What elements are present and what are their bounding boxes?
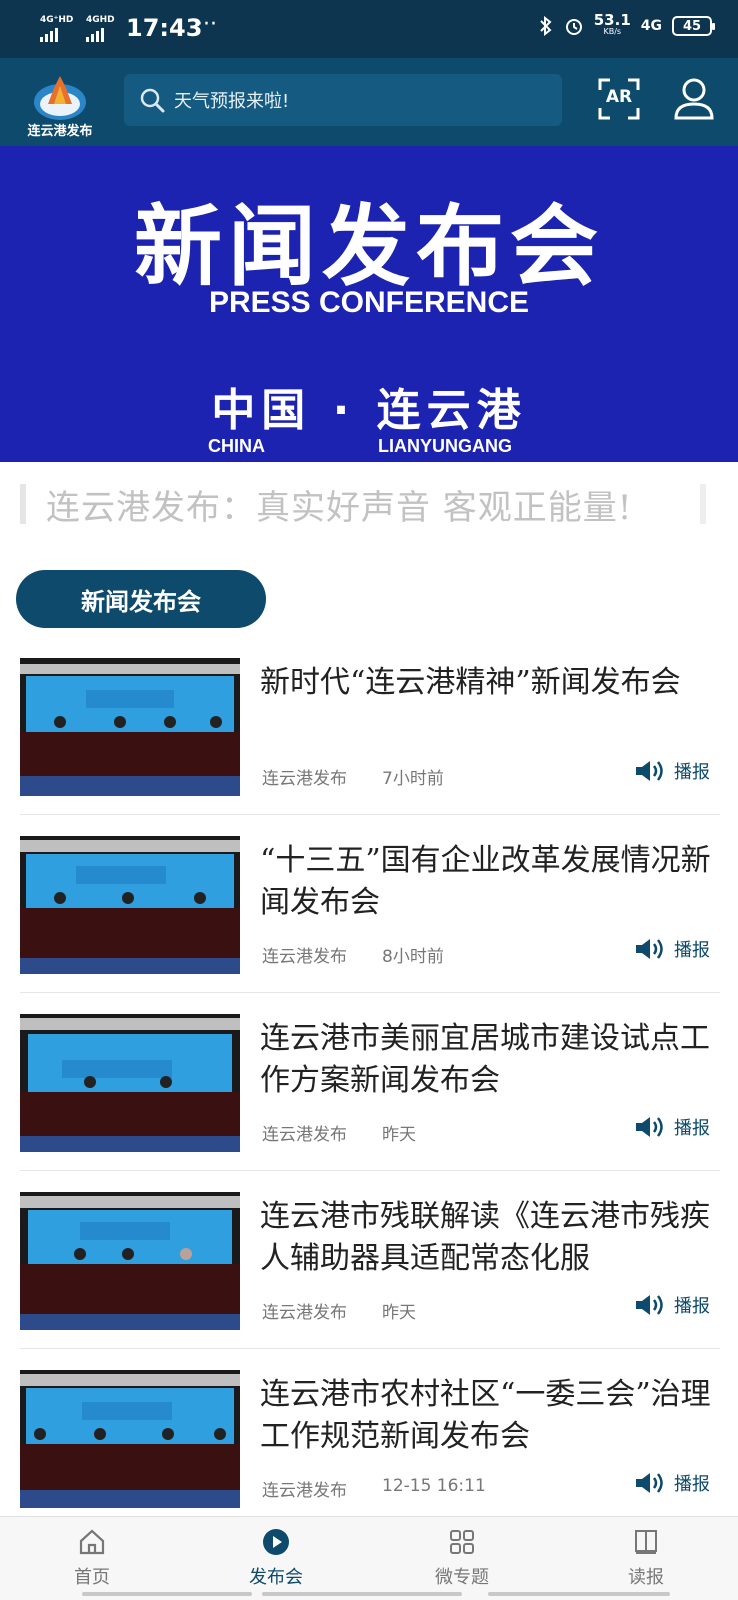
search-placeholder: 天气预报来啦! bbox=[174, 91, 290, 112]
nav-label: 微专题 bbox=[435, 1567, 489, 1588]
news-thumbnail bbox=[20, 1370, 240, 1508]
ar-label: AR bbox=[605, 87, 633, 107]
broadcast-label: 播报 bbox=[674, 1118, 710, 1139]
list-divider bbox=[20, 992, 720, 993]
signal-bars-icon bbox=[40, 28, 73, 42]
press-conference-banner[interactable]: 新闻发布会 PRESS CONFERENCE 中国 · 连云港 CHINA LI… bbox=[0, 146, 738, 462]
broadcast-button[interactable]: 播报 bbox=[634, 936, 710, 962]
news-time: 7小时前 bbox=[382, 769, 444, 789]
play-circle-icon bbox=[216, 1527, 336, 1557]
broadcast-button[interactable]: 播报 bbox=[634, 1292, 710, 1318]
news-source: 连云港发布 bbox=[262, 1125, 347, 1145]
broadcast-button[interactable]: 播报 bbox=[634, 1470, 710, 1496]
logo-icon bbox=[34, 76, 86, 120]
slogan-right-bar bbox=[700, 484, 706, 524]
news-title[interactable]: 连云港市农村社区“一委三会”治理工作规范新闻发布会 bbox=[260, 1374, 720, 1458]
news-source: 连云港发布 bbox=[262, 1303, 347, 1323]
broadcast-label: 播报 bbox=[674, 762, 710, 783]
news-time: 昨天 bbox=[382, 1303, 416, 1323]
news-title[interactable]: 连云港市美丽宜居城市建设试点工作方案新闻发布会 bbox=[260, 1018, 720, 1102]
speaker-icon bbox=[636, 1117, 663, 1137]
slogan-text: 连云港发布：真实好声音 客观正能量! bbox=[46, 488, 633, 528]
speaker-icon bbox=[636, 939, 663, 959]
list-divider bbox=[20, 814, 720, 815]
home-icon bbox=[32, 1527, 152, 1557]
signal-indicator-2: 4GHD bbox=[86, 16, 115, 42]
news-source: 连云港发布 bbox=[262, 1481, 347, 1501]
home-indicator bbox=[262, 1592, 462, 1596]
home-indicator bbox=[488, 1592, 670, 1596]
nav-label: 首页 bbox=[74, 1567, 110, 1588]
speaker-icon bbox=[636, 1295, 663, 1315]
battery-level: 45 bbox=[682, 18, 702, 34]
news-source: 连云港发布 bbox=[262, 769, 347, 789]
speed-value: 53.1 bbox=[593, 11, 631, 29]
signal-indicator-1: 4G⁺HD bbox=[40, 16, 73, 42]
nav-tab-press-conference[interactable]: 发布会 bbox=[216, 1527, 336, 1589]
app-logo[interactable]: 连云港发布 bbox=[20, 68, 100, 139]
signal-2-label: 4GHD bbox=[86, 15, 115, 25]
nav-tab-micro-topics[interactable]: 微专题 bbox=[402, 1527, 522, 1589]
ar-scan-button[interactable]: AR bbox=[598, 78, 640, 120]
news-source: 连云港发布 bbox=[262, 947, 347, 967]
broadcast-label: 播报 bbox=[674, 1474, 710, 1495]
user-profile-button[interactable] bbox=[672, 76, 716, 122]
home-indicator bbox=[82, 1592, 252, 1596]
bluetooth-icon bbox=[540, 16, 552, 36]
speaker-icon bbox=[636, 761, 663, 781]
bottom-navigation: 首页 发布会 微专题 读报 bbox=[0, 1516, 738, 1600]
banner-china: CHINA bbox=[208, 436, 265, 456]
network-type: 4G bbox=[640, 18, 662, 34]
nav-label: 读报 bbox=[628, 1567, 664, 1588]
banner-subtitle: PRESS CONFERENCE bbox=[208, 286, 530, 319]
section-title-pill[interactable]: 新闻发布会 bbox=[16, 570, 266, 628]
news-item[interactable]: 连云港市残联解读《连云港市残疾人辅助器具适配常态化服 连云港发布 昨天 播报 bbox=[0, 1192, 738, 1370]
status-bar: 4G⁺HD 4GHD 17:43 ··· 53.1 KB/s 4G 45 bbox=[0, 0, 738, 58]
speaker-icon bbox=[636, 1473, 663, 1493]
logo-text: 连云港发布 bbox=[27, 124, 93, 139]
alarm-icon bbox=[565, 19, 582, 35]
network-speed: 53.1 KB/s bbox=[593, 11, 631, 38]
news-item[interactable]: 连云港市美丽宜居城市建设试点工作方案新闻发布会 连云港发布 昨天 播报 bbox=[0, 1014, 738, 1192]
news-title[interactable]: “十三五”国有企业改革发展情况新闻发布会 bbox=[260, 840, 720, 924]
broadcast-label: 播报 bbox=[674, 1296, 710, 1317]
banner-lianyungang: LIANYUNGANG bbox=[378, 436, 512, 456]
broadcast-button[interactable]: 播报 bbox=[634, 758, 710, 784]
news-thumbnail bbox=[20, 1014, 240, 1152]
nav-tab-home[interactable]: 首页 bbox=[32, 1527, 152, 1589]
news-title[interactable]: 连云港市残联解读《连云港市残疾人辅助器具适配常态化服 bbox=[260, 1196, 720, 1280]
news-time: 8小时前 bbox=[382, 947, 444, 967]
nav-tab-read-newspaper[interactable]: 读报 bbox=[586, 1527, 706, 1589]
slogan-left-bar bbox=[20, 484, 26, 524]
news-title[interactable]: 新时代“连云港精神”新闻发布会 bbox=[260, 662, 720, 746]
signal-1-label: 4G⁺HD bbox=[40, 15, 74, 25]
signal-bars-icon bbox=[86, 28, 115, 42]
book-icon bbox=[586, 1527, 706, 1557]
status-right: 53.1 KB/s 4G 45 bbox=[538, 11, 715, 38]
broadcast-label: 播报 bbox=[674, 940, 710, 961]
nav-label: 发布会 bbox=[249, 1567, 303, 1588]
news-item[interactable]: 新时代“连云港精神”新闻发布会 连云港发布 7小时前 播报 bbox=[0, 658, 738, 836]
more-notifications-icon: ··· bbox=[196, 12, 217, 37]
battery-icon: 45 bbox=[672, 16, 715, 36]
banner-title: 新闻发布会 bbox=[133, 195, 604, 298]
news-thumbnail bbox=[20, 1192, 240, 1330]
broadcast-button[interactable]: 播报 bbox=[634, 1114, 710, 1140]
news-thumbnail bbox=[20, 836, 240, 974]
clock: 17:43 bbox=[126, 14, 203, 42]
search-icon bbox=[140, 88, 165, 113]
list-divider bbox=[20, 1348, 720, 1349]
search-bar[interactable]: 天气预报来啦! bbox=[124, 74, 562, 126]
banner-location: 中国 · 连云港 bbox=[211, 385, 527, 436]
user-icon bbox=[674, 78, 714, 120]
news-thumbnail bbox=[20, 658, 240, 796]
news-time: 昨天 bbox=[382, 1125, 416, 1145]
app-header: 连云港发布 天气预报来啦! AR bbox=[0, 58, 738, 146]
list-divider bbox=[20, 1170, 720, 1171]
news-item[interactable]: “十三五”国有企业改革发展情况新闻发布会 连云港发布 8小时前 播报 bbox=[0, 836, 738, 1014]
grid-icon bbox=[402, 1527, 522, 1557]
news-time: 12-15 16:11 bbox=[382, 1476, 486, 1496]
